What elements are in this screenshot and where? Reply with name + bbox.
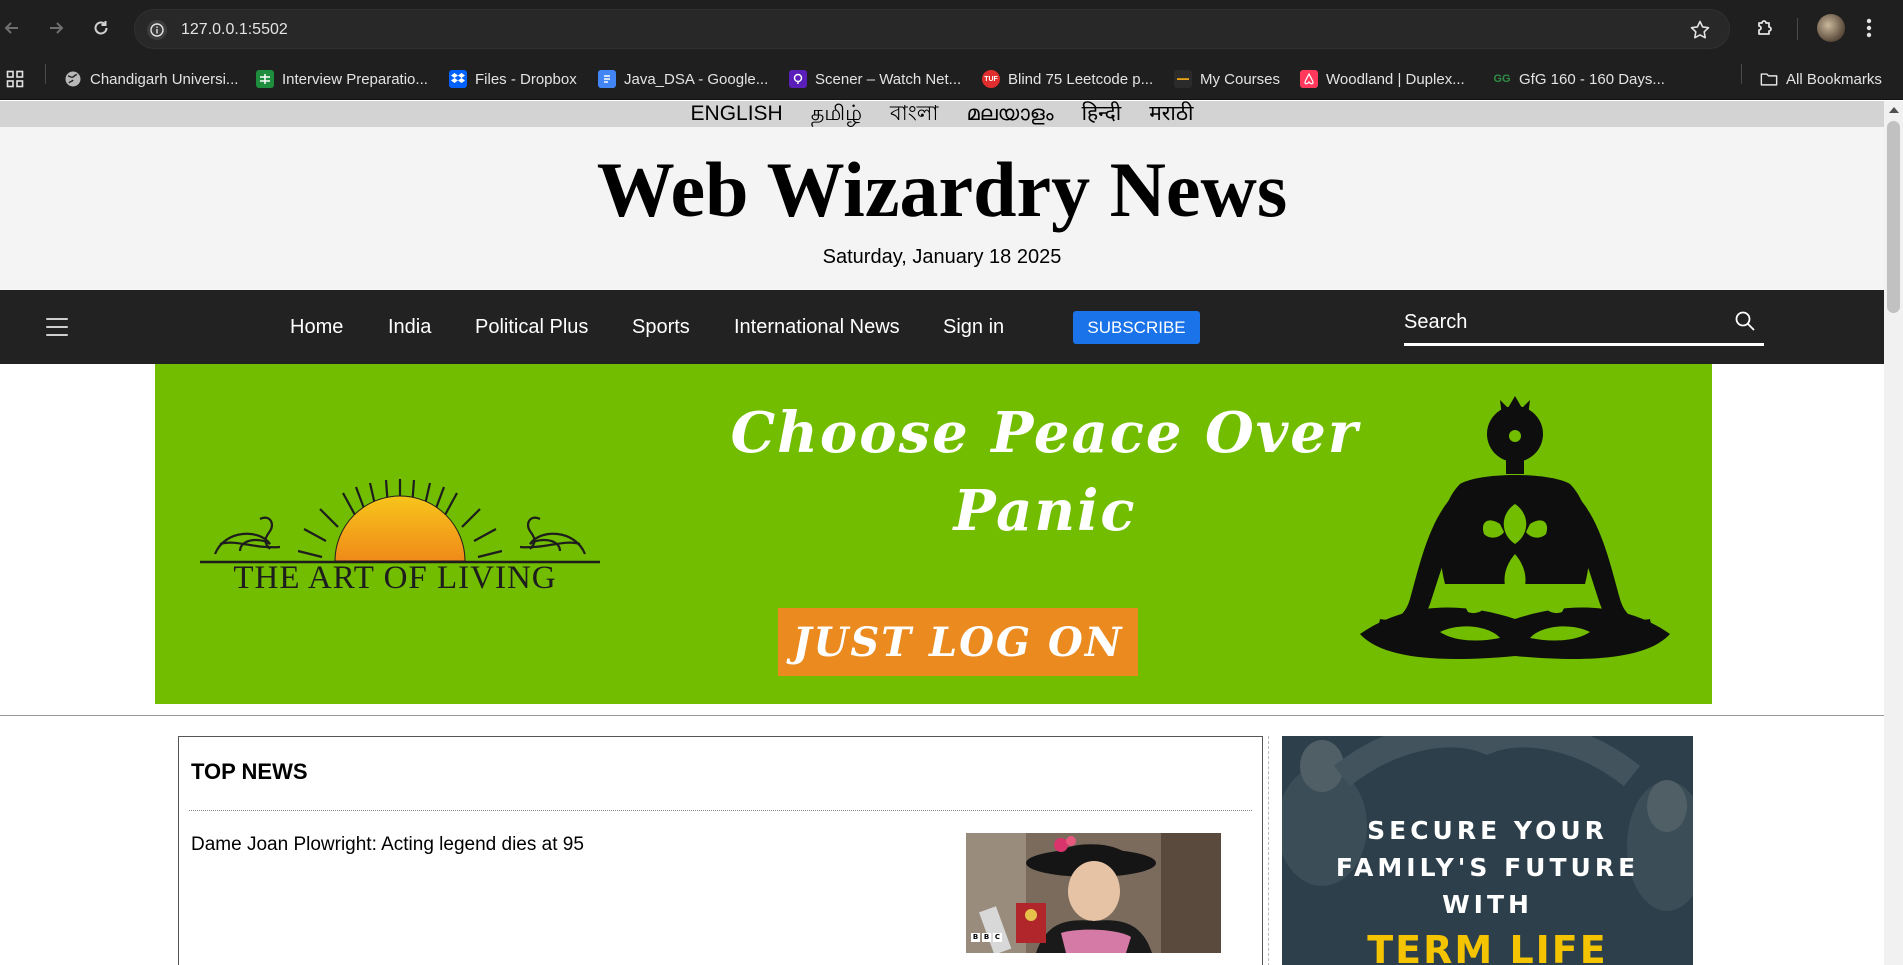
language-bangla[interactable]: বাংলা	[890, 101, 939, 127]
forward-button[interactable]	[44, 16, 68, 40]
sheets-icon	[256, 70, 274, 88]
reload-button[interactable]	[89, 16, 113, 40]
hamburger-menu-icon[interactable]	[46, 318, 68, 336]
address-bar[interactable]: 127.0.0.1:5502	[134, 9, 1730, 49]
language-malayalam[interactable]: മലയാളം	[967, 101, 1054, 127]
bookmark-item[interactable]: Chandigarh Universi...	[64, 67, 238, 91]
main-navbar: Home India Political Plus Sports Interna…	[0, 290, 1884, 364]
courses-icon: ▬▬	[1174, 70, 1192, 88]
language-marathi[interactable]: मराठी	[1149, 101, 1193, 127]
language-tamil[interactable]: தமிழ்	[811, 101, 862, 127]
nav-political-plus[interactable]: Political Plus	[475, 314, 588, 340]
bookmark-item[interactable]: TUF Blind 75 Leetcode p...	[982, 67, 1153, 91]
docs-icon	[598, 70, 616, 88]
extensions-icon[interactable]	[1754, 14, 1778, 43]
ad-banner[interactable]: THE ART OF LIVING Choose Peace Over Pani…	[155, 364, 1712, 704]
banner-headline: Choose Peace Over Panic	[730, 400, 1360, 544]
ad-highlight-text: TERM LIFE	[1367, 928, 1608, 965]
section-divider	[0, 715, 1884, 716]
folder-icon	[1760, 70, 1778, 88]
scrollbar-thumb[interactable]	[1887, 121, 1900, 313]
language-english[interactable]: ENGLISH	[691, 101, 783, 127]
site-title: Web Wizardry News	[596, 146, 1288, 233]
search-icon[interactable]	[1734, 310, 1756, 337]
dotted-divider	[189, 810, 1252, 811]
masthead: Web Wizardry News Saturday, January 18 2…	[0, 127, 1884, 290]
all-bookmarks-button[interactable]: All Bookmarks	[1760, 67, 1882, 91]
news-story-photo[interactable]: BBC	[966, 833, 1221, 953]
scroll-up-arrow-icon[interactable]	[1889, 107, 1899, 113]
site-info-icon[interactable]	[147, 20, 167, 40]
meditation-figure-icon	[1360, 396, 1670, 660]
top-news-section: TOP NEWS Dame Joan Plowright: Acting leg…	[178, 736, 1263, 965]
art-of-living-text: THE ART OF LIVING	[233, 560, 557, 596]
page-viewport: ENGLISH தமிழ் বাংলা മലയാളം हिन्दी मराठी …	[0, 101, 1884, 965]
bookmark-star-icon[interactable]	[1689, 19, 1711, 46]
tuf-icon: TUF	[982, 70, 1000, 88]
nav-home[interactable]: Home	[290, 314, 343, 340]
bookmark-item[interactable]: Java_DSA - Google...	[598, 67, 768, 91]
search-box	[1404, 302, 1764, 346]
nav-sports[interactable]: Sports	[632, 314, 690, 340]
arrow-right-icon	[50, 22, 64, 34]
bookmarks-divider	[1741, 64, 1742, 84]
language-hindi[interactable]: हिन्दी	[1082, 101, 1122, 127]
bookmark-item[interactable]: ▬▬ My Courses	[1174, 67, 1280, 91]
nav-india[interactable]: India	[388, 314, 431, 340]
bookmarks-bar: Chandigarh Universi... Interview Prepara…	[0, 58, 1903, 100]
arrow-left-icon	[4, 22, 18, 34]
bookmark-item[interactable]: Woodland | Duplex...	[1300, 67, 1465, 91]
apps-grid-icon[interactable]	[6, 67, 24, 91]
bbc-watermark: BBC	[971, 933, 1002, 942]
news-story-link[interactable]: Dame Joan Plowright: Acting legend dies …	[191, 833, 584, 857]
scener-icon	[789, 70, 807, 88]
bookmark-item[interactable]: Scener – Watch Net...	[789, 67, 961, 91]
back-button[interactable]	[0, 16, 24, 40]
reload-icon	[94, 21, 108, 35]
gfg-icon: GG	[1493, 73, 1511, 85]
browser-toolbar: 127.0.0.1:5502	[0, 0, 1903, 58]
search-input[interactable]	[1404, 308, 1724, 336]
menu-kebab-icon[interactable]	[1865, 17, 1873, 44]
bookmark-item[interactable]: GG GfG 160 - 160 Days...	[1493, 67, 1664, 91]
subscribe-button[interactable]: SUBSCRIBE	[1073, 311, 1200, 344]
toolbar-divider	[1797, 18, 1798, 40]
term-life-ad[interactable]: SECURE YOUR FAMILY'S FUTURE WITH TERM LI…	[1282, 736, 1693, 965]
just-log-on-button[interactable]: JUST LOG ON	[778, 608, 1138, 676]
profile-avatar[interactable]	[1817, 14, 1845, 42]
globe-icon	[64, 70, 82, 88]
column-divider	[1268, 736, 1269, 965]
top-news-heading: TOP NEWS	[191, 759, 308, 784]
bookmarks-divider	[45, 64, 46, 84]
ad-copy: SECURE YOUR FAMILY'S FUTURE WITH	[1335, 816, 1640, 919]
page-scrollbar[interactable]	[1884, 101, 1903, 965]
nav-international-news[interactable]: International News	[734, 314, 900, 340]
language-bar: ENGLISH தமிழ் বাংলা മലയാളം हिन्दी मराठी	[0, 101, 1884, 127]
airbnb-icon	[1300, 70, 1318, 88]
current-date: Saturday, January 18 2025	[822, 246, 1062, 268]
bookmark-item[interactable]: Interview Preparatio...	[256, 67, 428, 91]
nav-sign-in[interactable]: Sign in	[943, 314, 1004, 340]
bookmark-item[interactable]: Files - Dropbox	[449, 67, 577, 91]
url-text[interactable]: 127.0.0.1:5502	[181, 20, 288, 40]
dropbox-icon	[449, 70, 467, 88]
